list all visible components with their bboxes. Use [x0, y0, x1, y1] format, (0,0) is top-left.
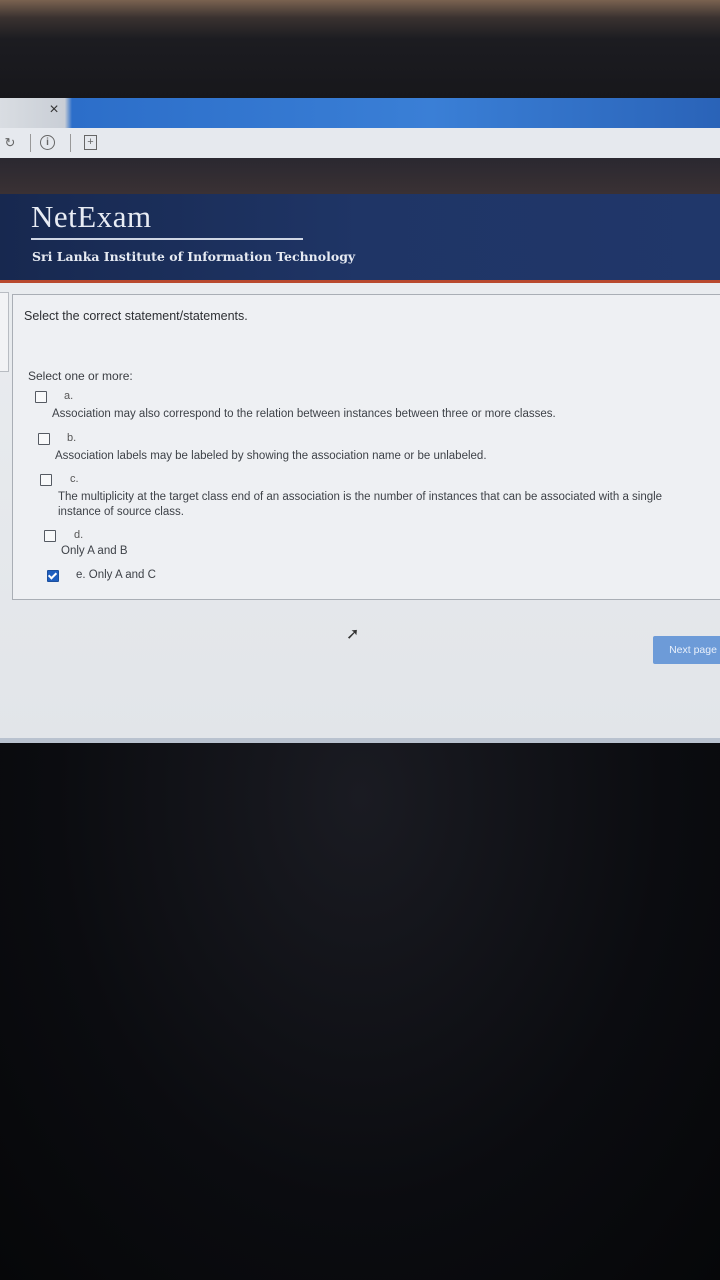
option-c-letter: c.: [70, 473, 79, 485]
option-d-text[interactable]: Only A and B: [61, 544, 361, 559]
photo-top-frame: [0, 0, 720, 98]
question-info-tab: [0, 292, 9, 372]
browser-address-bar[interactable]: [0, 128, 720, 159]
photo-bottom-frame: [0, 743, 720, 1280]
new-tab-icon[interactable]: +: [84, 135, 97, 150]
option-b-letter: b.: [67, 432, 77, 444]
option-d-letter: d.: [74, 529, 84, 541]
logo-divider: [31, 238, 303, 240]
option-e-checkbox[interactable]: [47, 570, 59, 582]
option-a-letter: a.: [64, 390, 74, 402]
site-logo-subtitle: Sri Lanka Institute of Information Techn…: [32, 249, 356, 264]
toolbar-separator: [30, 134, 31, 152]
browser-tab-strip: [0, 98, 720, 128]
mouse-cursor-icon: ➚: [346, 626, 360, 643]
option-c-text[interactable]: The multiplicity at the target class end…: [58, 490, 703, 520]
option-d-checkbox[interactable]: [44, 530, 56, 542]
option-c-checkbox[interactable]: [40, 474, 52, 486]
browser-dark-band: [0, 158, 720, 194]
site-logo-title[interactable]: NetExam: [31, 199, 152, 235]
close-tab-button[interactable]: ×: [44, 100, 64, 120]
refresh-icon[interactable]: ↻: [2, 135, 18, 151]
option-e-text[interactable]: e. Only A and C: [76, 568, 376, 583]
toolbar-separator: [70, 134, 71, 152]
option-a-text[interactable]: Association may also correspond to the r…: [52, 407, 672, 422]
question-prompt: Select the correct statement/statements.: [24, 309, 248, 323]
option-a-checkbox[interactable]: [35, 391, 47, 403]
option-b-checkbox[interactable]: [38, 433, 50, 445]
select-hint: Select one or more:: [28, 369, 133, 383]
next-page-button[interactable]: Next page: [653, 636, 720, 664]
info-icon[interactable]: i: [40, 135, 55, 150]
option-b-text[interactable]: Association labels may be labeled by sho…: [55, 449, 675, 464]
